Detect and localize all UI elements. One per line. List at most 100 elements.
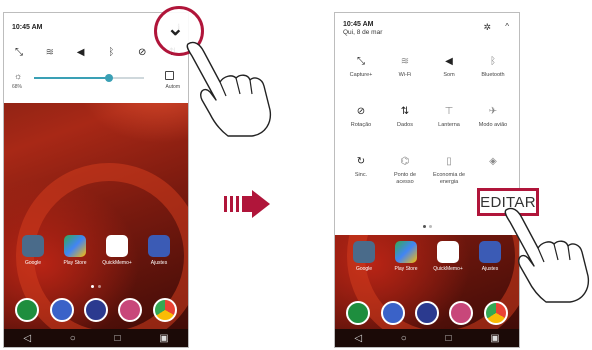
- brightness-icon: ☼: [14, 71, 23, 81]
- quickmemo-icon: [106, 235, 128, 257]
- bluetooth-icon[interactable]: ᛒ: [104, 45, 118, 59]
- home-app-row: Google Play Store QuickMemo+ Ajustes: [335, 241, 519, 272]
- home-dock: [10, 298, 182, 322]
- app-label: Ajustes: [481, 266, 499, 272]
- status-time: 10:45 AM: [12, 23, 43, 31]
- app-label: Play Store: [63, 260, 87, 266]
- brightness-slider-thumb[interactable]: [104, 74, 113, 82]
- quick-tile[interactable]: ᛒ Bluetooth: [471, 55, 515, 89]
- settings-gear-icon[interactable]: ✲: [483, 22, 491, 33]
- messages-icon[interactable]: [49, 298, 74, 322]
- page-dot: [98, 285, 101, 288]
- sound-icon: ◀: [445, 56, 453, 67]
- app-google[interactable]: Google: [15, 235, 51, 266]
- status-date: Qui, 8 de mar: [343, 29, 383, 36]
- shade-page-indicator: [335, 225, 519, 228]
- quick-tile-label: Bluetooth: [481, 72, 505, 78]
- camera-icon[interactable]: [83, 298, 108, 322]
- app-label: Ajustes: [150, 260, 168, 266]
- app-label: QuickMemo+: [102, 260, 132, 266]
- quick-tile[interactable]: ◀ Som: [427, 55, 471, 89]
- brightness-slider[interactable]: [34, 74, 144, 82]
- page-dot: [422, 225, 426, 228]
- dual-window-button[interactable]: ▣: [490, 333, 499, 344]
- wifi-icon: ≋: [400, 56, 410, 67]
- flashlight-icon: ⊤: [444, 106, 454, 117]
- quick-tile[interactable]: ⊤ Lanterna: [427, 105, 471, 139]
- auto-brightness-checkbox[interactable]: [165, 71, 174, 80]
- app-google[interactable]: Google: [346, 241, 382, 272]
- next-step-arrow-icon: [224, 190, 270, 218]
- hotspot-icon: ⌬: [400, 156, 410, 167]
- quick-tile-label: Capture+: [349, 72, 373, 78]
- app-quickmemo[interactable]: QuickMemo+: [99, 235, 135, 266]
- quick-tile[interactable]: ↻ Sinc.: [339, 155, 383, 189]
- quick-tile[interactable]: ▯ Economia de energia: [427, 155, 471, 189]
- bluetooth-icon: ᛒ: [490, 56, 496, 67]
- pointing-hand-icon: [504, 207, 590, 303]
- quick-tile-label: Sinc.: [354, 172, 368, 178]
- phone-icon[interactable]: [15, 298, 40, 322]
- google-folder-icon: [353, 241, 375, 263]
- navigation-bar: ◁ ○ □ ▣: [335, 329, 519, 347]
- back-button[interactable]: ◁: [23, 333, 31, 344]
- quick-tile-label: Som: [443, 72, 455, 78]
- google-folder-icon: [22, 235, 44, 257]
- auto-brightness-label: Autom: [165, 84, 180, 90]
- back-button[interactable]: ◁: [354, 333, 362, 344]
- sound-icon[interactable]: ◀: [74, 45, 88, 59]
- phone-icon[interactable]: [346, 301, 371, 325]
- nfc-icon: ◈: [489, 156, 497, 167]
- quickmemo-icon: [437, 241, 459, 263]
- chrome-icon[interactable]: [152, 298, 177, 322]
- app-label: QuickMemo+: [433, 266, 463, 272]
- brightness-control: ☼ 68% Autom: [12, 71, 180, 95]
- collapse-chevron-icon[interactable]: ^: [505, 22, 509, 31]
- quick-tile-label: Dados: [397, 122, 413, 128]
- dual-window-button[interactable]: ▣: [159, 333, 168, 344]
- battery-saver-icon: ▯: [446, 156, 452, 167]
- gallery-icon[interactable]: [118, 298, 143, 322]
- app-label: Play Store: [394, 266, 418, 272]
- airplane-icon: ✈: [488, 106, 498, 117]
- capture-icon[interactable]: ⤡: [12, 45, 26, 59]
- right-phone-screen: 10:45 AM Qui, 8 de mar ✲ ^ ⤡ Capture+ ≋ Wi-…: [334, 12, 520, 348]
- wifi-icon[interactable]: ≋: [43, 45, 57, 59]
- quick-tile-label: Ponto de acesso: [393, 172, 417, 185]
- quick-tile[interactable]: ⌬ Ponto de acesso: [383, 155, 427, 189]
- app-play-store[interactable]: Play Store: [57, 235, 93, 266]
- recents-button[interactable]: □: [445, 333, 451, 344]
- play-store-icon: [395, 241, 417, 263]
- play-store-icon: [64, 235, 86, 257]
- quick-tile-label: Rotação: [350, 122, 372, 128]
- quick-tile-label: Wi-Fi: [398, 72, 412, 78]
- camera-icon[interactable]: [414, 301, 439, 325]
- quick-tile[interactable]: ✈ Modo avião: [471, 105, 515, 139]
- home-button[interactable]: ○: [401, 333, 407, 344]
- rotation-icon[interactable]: ⊘: [135, 45, 149, 59]
- quick-tile[interactable]: ≋ Wi-Fi: [383, 55, 427, 89]
- capture-icon: ⤡: [357, 56, 365, 67]
- sync-icon: ↻: [356, 156, 366, 167]
- brightness-slider-fill: [34, 77, 109, 79]
- app-play-store[interactable]: Play Store: [388, 241, 424, 272]
- recents-button[interactable]: □: [114, 333, 120, 344]
- quick-tile[interactable]: ⊘ Rotação: [339, 105, 383, 139]
- data-icon: ⇅: [400, 106, 410, 117]
- navigation-bar: ◁ ○ □ ▣: [4, 329, 188, 347]
- quick-tile[interactable]: ⇅ Dados: [383, 105, 427, 139]
- left-phone-screen: 10:45 AM ℹ ⤡ ≋ ◀ ᛒ ⊘ ⇅ ☼ 68% Autom Googl…: [3, 12, 189, 348]
- home-dock: [341, 301, 513, 325]
- gallery-icon[interactable]: [449, 301, 474, 325]
- app-label: Google: [355, 266, 373, 272]
- messages-icon[interactable]: [380, 301, 405, 325]
- quick-tile[interactable]: ◈: [471, 155, 515, 189]
- page-dot: [91, 285, 94, 288]
- rotation-icon: ⊘: [356, 106, 366, 117]
- app-quickmemo[interactable]: QuickMemo+: [430, 241, 466, 272]
- quick-settings-grid: ⤡ Capture+ ≋ Wi-Fi ◀ Som ᛒ Bluetooth ⊘ Rotação ⇅ Da…: [339, 55, 515, 189]
- home-button[interactable]: ○: [70, 333, 76, 344]
- quick-tile[interactable]: ⤡ Capture+: [339, 55, 383, 89]
- brightness-percent: 68%: [12, 84, 23, 90]
- app-settings[interactable]: Ajustes: [141, 235, 177, 266]
